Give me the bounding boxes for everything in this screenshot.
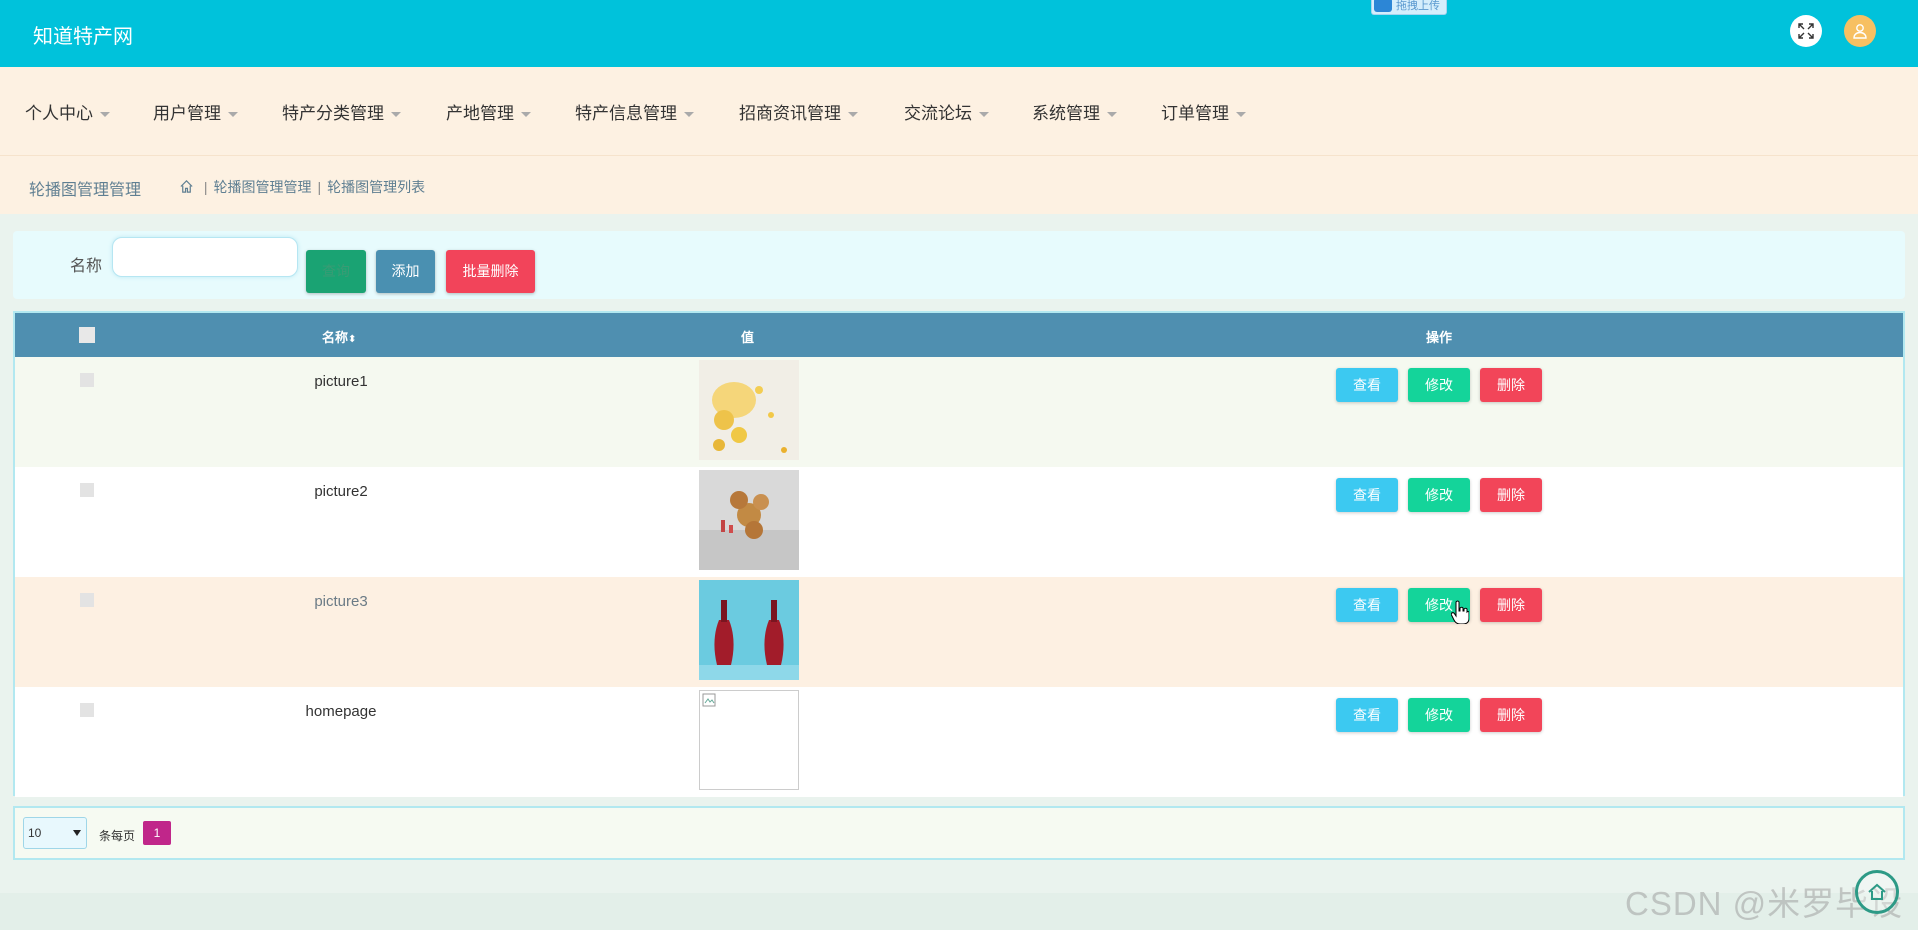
drag-upload-badge[interactable]: 拖拽上传 xyxy=(1371,0,1447,15)
breadcrumb-separator: | xyxy=(317,179,322,195)
chevron-down-icon xyxy=(73,830,81,836)
back-to-top-button[interactable] xyxy=(1855,870,1899,914)
view-button[interactable]: 查看 xyxy=(1336,478,1398,512)
batch-delete-button[interactable]: 批量删除 xyxy=(446,250,535,293)
hand-cursor-icon xyxy=(1451,600,1469,624)
caret-down-icon xyxy=(1107,112,1117,118)
main-nav: 个人中心 用户管理 特产分类管理 产地管理 特产信息管理 招商资讯管理 交流论坛… xyxy=(0,67,1918,156)
nav-item-category-management[interactable]: 特产分类管理 xyxy=(282,99,401,124)
table-row: picture3 查看 修改 删除 xyxy=(15,577,1903,687)
edit-button[interactable]: 修改 xyxy=(1408,368,1470,402)
pagination-bar: 10 条每页 1 xyxy=(13,806,1905,860)
page-size-select[interactable]: 10 xyxy=(23,817,87,849)
row-checkbox[interactable] xyxy=(80,373,94,387)
breadcrumb: | 轮播图管理管理 | 轮播图管理列表 xyxy=(179,177,425,197)
edit-button[interactable]: 修改 xyxy=(1408,478,1470,512)
search-label: 名称 xyxy=(70,258,103,275)
user-icon xyxy=(1853,24,1867,39)
name-search-input[interactable] xyxy=(112,237,298,277)
nav-item-system-management[interactable]: 系统管理 xyxy=(1032,99,1117,124)
nav-item-product-info-management[interactable]: 特产信息管理 xyxy=(575,99,694,124)
delete-button[interactable]: 删除 xyxy=(1480,478,1542,512)
page-number-current[interactable]: 1 xyxy=(143,821,171,845)
nav-label: 特产信息管理 xyxy=(575,104,677,123)
drag-upload-label: 拖拽上传 xyxy=(1396,0,1440,12)
delete-button[interactable]: 删除 xyxy=(1480,368,1542,402)
edit-button[interactable]: 修改 xyxy=(1408,698,1470,732)
site-title: 知道特产网 xyxy=(33,26,133,48)
nav-item-origin-management[interactable]: 产地管理 xyxy=(446,99,531,124)
row-name: picture1 xyxy=(314,373,368,390)
breadcrumb-separator: | xyxy=(203,179,208,195)
table-row: picture1 查看 修改 删除 xyxy=(15,357,1903,467)
row-thumbnail-walnut xyxy=(699,470,799,570)
caret-down-icon xyxy=(521,112,531,118)
nav-label: 特产分类管理 xyxy=(282,104,384,123)
row-thumbnail-broken-image xyxy=(699,690,799,790)
row-checkbox[interactable] xyxy=(80,483,94,497)
home-icon[interactable] xyxy=(179,179,194,197)
row-checkbox[interactable] xyxy=(80,593,94,607)
delete-button[interactable]: 删除 xyxy=(1480,698,1542,732)
column-header-label: 名称 xyxy=(322,330,349,345)
home-up-icon xyxy=(1868,883,1886,900)
nav-item-investment-news-management[interactable]: 招商资讯管理 xyxy=(739,99,858,124)
per-page-label: 条每页 xyxy=(99,829,136,843)
search-button[interactable]: 查询 xyxy=(306,250,366,293)
row-name: picture3 xyxy=(314,593,368,610)
fullscreen-button[interactable] xyxy=(1790,15,1822,47)
nav-item-personal-center[interactable]: 个人中心 xyxy=(25,99,110,124)
expand-icon xyxy=(1798,23,1814,39)
nav-label: 产地管理 xyxy=(446,104,514,123)
caret-down-icon xyxy=(848,112,858,118)
nav-label: 交流论坛 xyxy=(904,104,972,123)
data-table: 名称⬍ 值 操作 picture1 查看 修改 删除 picture2 查看 修… xyxy=(13,311,1905,797)
nav-label: 用户管理 xyxy=(153,104,221,123)
breadcrumb-item-current: 轮播图管理列表 xyxy=(327,179,426,195)
select-all-checkbox[interactable] xyxy=(79,327,95,343)
caret-down-icon xyxy=(391,112,401,118)
delete-button[interactable]: 删除 xyxy=(1480,588,1542,622)
nav-item-forum[interactable]: 交流论坛 xyxy=(904,99,989,124)
breadcrumb-item[interactable]: 轮播图管理管理 xyxy=(214,179,312,195)
row-thumbnail-red-bottles xyxy=(699,580,799,680)
broken-image-icon xyxy=(702,693,716,707)
caret-down-icon xyxy=(979,112,989,118)
row-name: picture2 xyxy=(314,483,368,500)
nav-label: 订单管理 xyxy=(1161,104,1229,123)
link-icon xyxy=(1374,0,1392,12)
nav-label: 招商资讯管理 xyxy=(739,104,841,123)
column-header-value: 值 xyxy=(741,330,755,345)
row-name: homepage xyxy=(305,703,377,720)
sort-icon: ⬍ xyxy=(348,334,357,345)
nav-item-order-management[interactable]: 订单管理 xyxy=(1161,99,1246,124)
page-size-value: 10 xyxy=(28,826,42,840)
page-title: 轮播图管理管理 xyxy=(29,182,142,199)
row-thumbnail-yellow-food xyxy=(699,360,799,460)
view-button[interactable]: 查看 xyxy=(1336,588,1398,622)
add-button[interactable]: 添加 xyxy=(376,250,435,293)
row-checkbox[interactable] xyxy=(80,703,94,717)
caret-down-icon xyxy=(1236,112,1246,118)
table-header: 名称⬍ 值 操作 xyxy=(15,313,1903,357)
table-row: picture2 查看 修改 删除 xyxy=(15,467,1903,577)
nav-label: 系统管理 xyxy=(1032,104,1100,123)
view-button[interactable]: 查看 xyxy=(1336,698,1398,732)
nav-item-user-management[interactable]: 用户管理 xyxy=(153,99,238,124)
view-button[interactable]: 查看 xyxy=(1336,368,1398,402)
caret-down-icon xyxy=(100,112,110,118)
caret-down-icon xyxy=(684,112,694,118)
column-header-name[interactable]: 名称⬍ xyxy=(322,327,356,346)
breadcrumb-bar: 轮播图管理管理 | 轮播图管理管理 | 轮播图管理列表 xyxy=(0,156,1918,214)
search-panel: 名称 查询 添加 批量删除 xyxy=(13,231,1905,299)
nav-label: 个人中心 xyxy=(25,104,93,123)
caret-down-icon xyxy=(228,112,238,118)
top-header: 知道特产网 拖拽上传 xyxy=(0,0,1918,67)
column-header-actions: 操作 xyxy=(1426,330,1453,345)
table-row: homepage 查看 修改 删除 xyxy=(15,687,1903,797)
user-avatar-button[interactable] xyxy=(1844,15,1876,47)
